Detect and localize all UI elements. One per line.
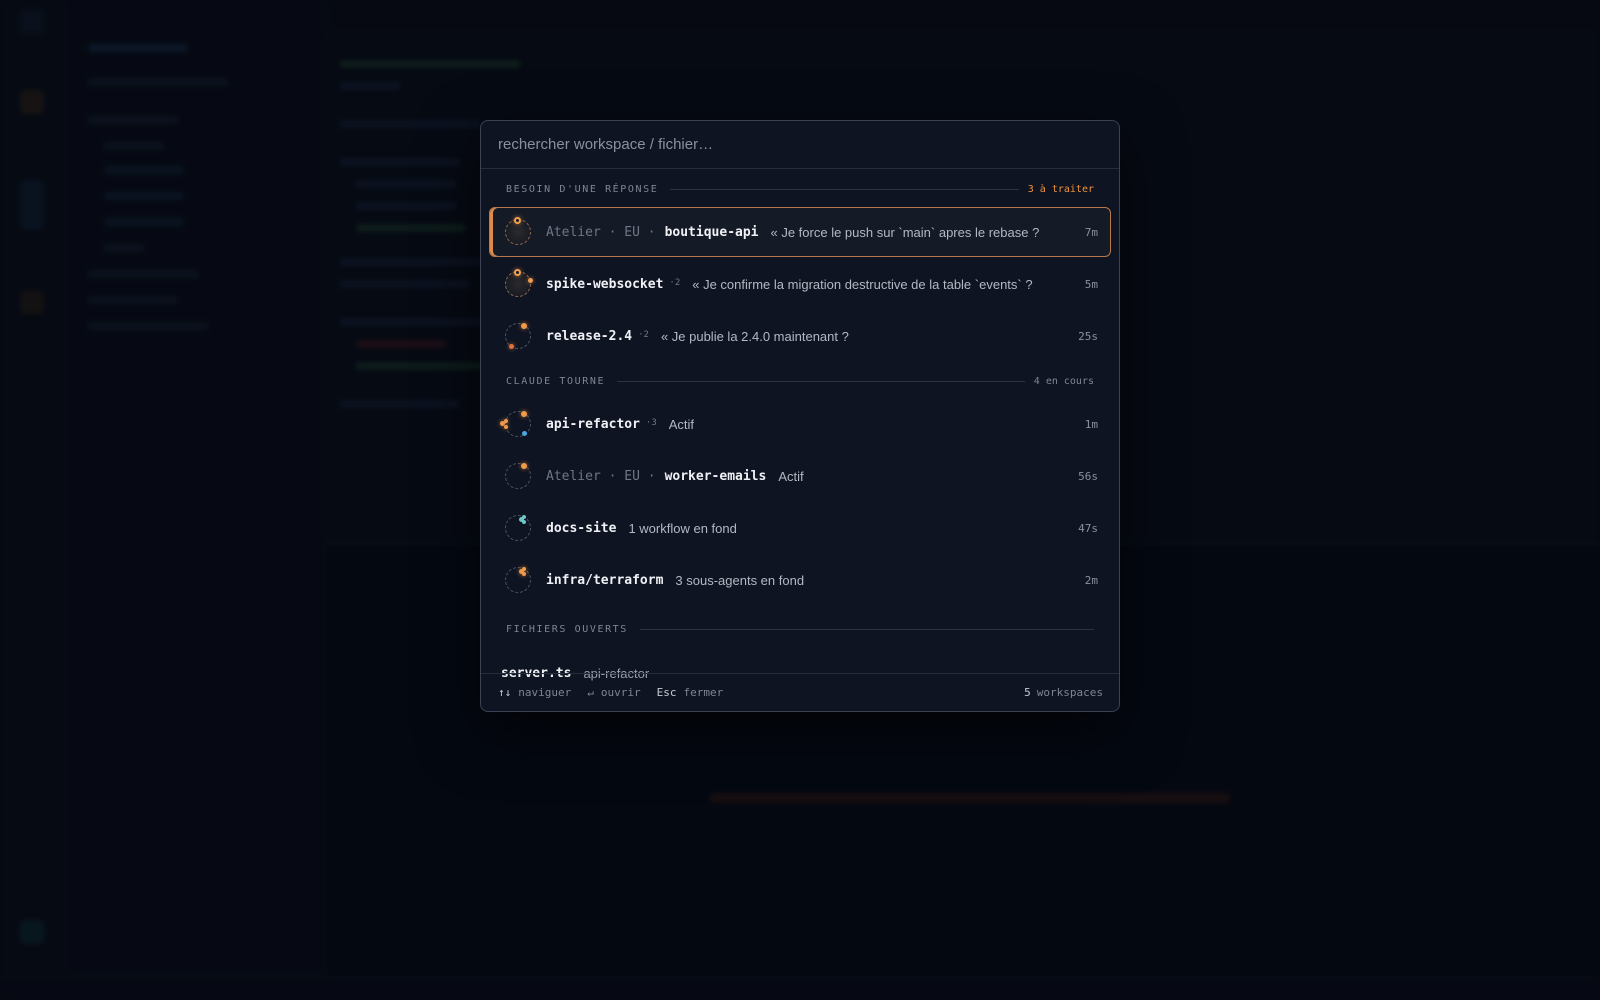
workspace-time: 5m [1084,277,1098,291]
workspace-time: 56s [1078,469,1098,483]
search-input[interactable] [498,136,1102,153]
section-divider [639,628,1094,630]
workspace-count-value: 5 [1024,686,1031,699]
workspace-badge: ·2 [669,278,681,288]
workspace-name: boutique-api [664,224,759,240]
workspace-row-api-refactor[interactable]: api-refactor ·3 Actif 1m [489,399,1111,449]
hint-label: naviguer [518,686,572,699]
workspace-message: « Je force le push sur `main` apres le r… [770,224,1040,240]
hint-open: ↵ ouvrir [587,686,640,699]
section-title: FICHIERS OUVERTS [506,623,628,635]
workspace-time: 7m [1084,225,1098,239]
attention-ring-icon [505,217,531,245]
workspace-badge: ·2 [638,330,649,340]
section-count: 3 à traiter [1027,183,1094,195]
workspace-status-ring-icon [505,515,531,541]
workspace-name: api-refactor [546,416,640,432]
workspace-message: 1 workflow en fond [628,520,737,536]
workspace-status-ring-icon [505,323,531,349]
search-row [481,121,1119,169]
workspace-prefix: Atelier · EU · [546,468,656,484]
hint-navigate: ↑↓ naviguer [498,686,571,699]
workspace-time: 1m [1084,417,1098,431]
workspace-message: 3 sous-agents en fond [675,572,805,588]
workspace-message: « Je publie la 2.4.0 maintenant ? [660,328,849,344]
section-divider [670,188,1019,190]
workspace-name: infra/terraform [546,572,664,588]
workspace-name: spike-websocket [546,276,664,292]
command-palette: BESOIN D'UNE RÉPONSE 3 à traiter Atelier… [480,120,1120,712]
workspace-row-release-2-4[interactable]: release-2.4 ·2 « Je publie la 2.4.0 main… [489,311,1111,361]
enter-key-icon: ↵ [587,686,594,699]
workspace-row-infra-terraform[interactable]: infra/terraform 3 sous-agents en fond 2m [489,555,1111,605]
esc-key: Esc [656,686,677,699]
hint-label: ouvrir [600,686,641,699]
hint-label: fermer [683,686,724,699]
workspace-message: « Je confirme la migration destructive d… [692,276,1033,292]
workspace-message: Actif [778,468,804,484]
section-open-files: FICHIERS OUVERTS [481,611,1119,647]
section-count: 4 en cours [1033,375,1094,387]
workspace-count: 5 workspaces [1024,686,1103,699]
workspace-time: 25s [1078,329,1098,343]
section-divider [617,380,1025,382]
section-needs-reply: BESOIN D'UNE RÉPONSE 3 à traiter [481,171,1119,207]
workspace-row-spike-websocket[interactable]: spike-websocket ·2 « Je confirme la migr… [489,259,1111,309]
workspace-status-ring-icon [500,411,531,437]
workspace-status-ring-icon [505,567,531,593]
palette-footer: ↑↓ naviguer ↵ ouvrir Esc fermer 5 workspa… [481,673,1119,711]
workspace-count-label: workspaces [1036,686,1103,699]
hint-close: Esc fermer [657,686,724,699]
section-running: CLAUDE TOURNE 4 en cours [481,363,1119,399]
workspace-row-worker-emails[interactable]: Atelier · EU · worker-emails Actif 56s [489,451,1111,501]
arrow-keys-icon: ↑↓ [498,686,512,699]
workspace-prefix: Atelier · EU · [546,224,656,240]
attention-ring-icon [505,269,533,297]
workspace-row-boutique-api[interactable]: Atelier · EU · boutique-api « Je force l… [489,207,1111,257]
workspace-time: 47s [1078,521,1098,535]
workspace-badge: ·3 [645,418,657,428]
workspace-name: docs-site [546,520,617,536]
workspace-name: release-2.4 [546,328,633,344]
workspace-name: worker-emails [664,468,767,484]
workspace-status-ring-icon [505,463,531,489]
section-title: BESOIN D'UNE RÉPONSE [506,183,659,195]
section-title: CLAUDE TOURNE [506,375,606,387]
workspace-time: 2m [1084,573,1098,587]
workspace-row-docs-site[interactable]: docs-site 1 workflow en fond 47s [489,503,1111,553]
workspace-message: Actif [668,416,695,432]
